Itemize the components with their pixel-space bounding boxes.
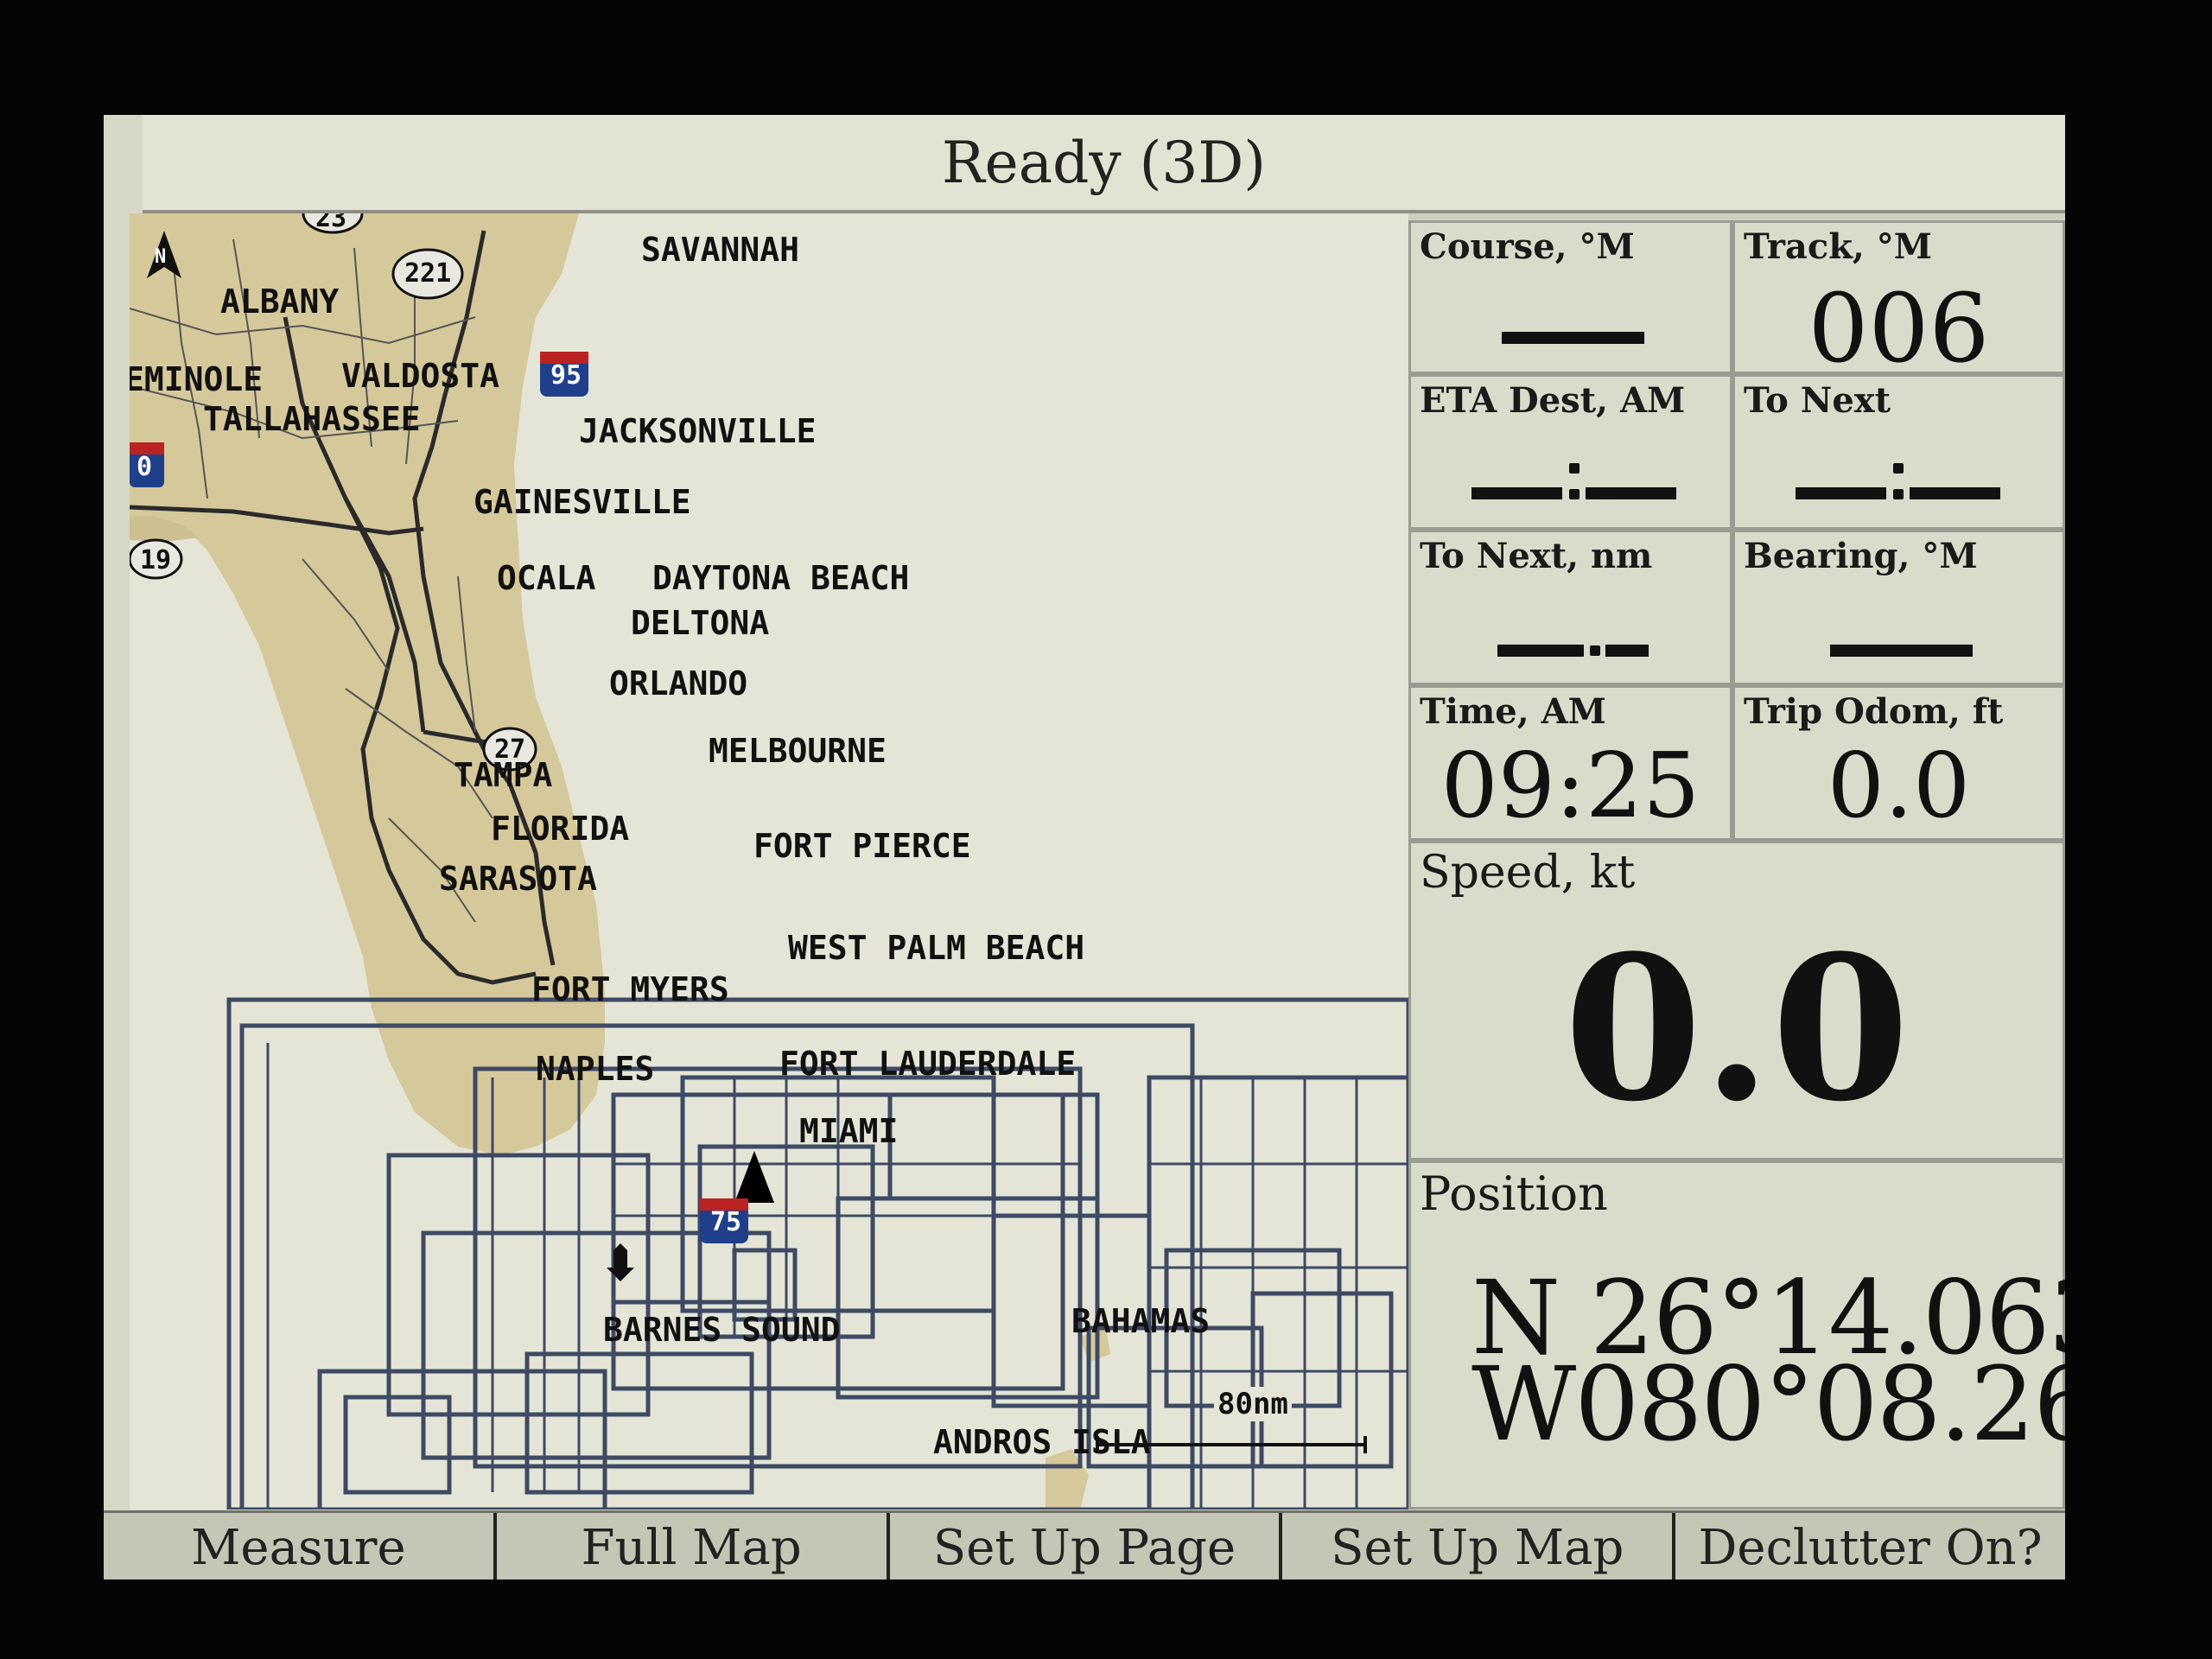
field-time-value: 09:25 bbox=[1440, 733, 1700, 838]
field-to-next-nm-label: To Next, nm bbox=[1420, 536, 1653, 576]
field-position[interactable]: Position N 26°14.063' W080°08.268' bbox=[1408, 1160, 2065, 1510]
eta-dashes-right bbox=[1586, 487, 1676, 499]
softkey-bar: Measure Full Map Set Up Page Set Up Map … bbox=[104, 1510, 2065, 1580]
city-label: GAINESVILLE bbox=[474, 483, 691, 521]
city-label: SAVANNAH bbox=[641, 231, 800, 269]
gps-screen: Ready (3D) SAVANNAH ALBANY EMINOLE VALDO… bbox=[104, 115, 2065, 1580]
full-map-softkey[interactable]: Full Map bbox=[497, 1513, 890, 1580]
north-label: N bbox=[155, 246, 167, 268]
route-23-shield-label: 23 bbox=[315, 213, 347, 233]
city-label: ORLANDO bbox=[609, 664, 748, 702]
field-to-next-nm[interactable]: To Next, nm bbox=[1408, 530, 1732, 685]
field-to-next[interactable]: To Next bbox=[1732, 374, 2065, 530]
city-label: TALLAHASSEE bbox=[203, 400, 421, 438]
city-label: NAPLES bbox=[536, 1050, 655, 1088]
data-fields-panel: Course, °M Track, °M 006 ETA Dest, AM To… bbox=[1408, 213, 2065, 1510]
city-label: FORT LAUDERDALE bbox=[779, 1045, 1077, 1083]
tonext-colon-dot bbox=[1893, 489, 1904, 499]
map-scale-label: 80nm bbox=[1214, 1387, 1292, 1421]
field-eta-dest-label: ETA Dest, AM bbox=[1420, 380, 1686, 421]
field-to-next-label: To Next bbox=[1744, 380, 1891, 421]
bearing-value-dashes bbox=[1830, 645, 1973, 657]
tonext-dashes-right bbox=[1910, 487, 2000, 499]
set-up-page-softkey[interactable]: Set Up Page bbox=[890, 1513, 1283, 1580]
field-track-label: Track, °M bbox=[1744, 226, 1933, 267]
interstate-75-shield-label: 75 bbox=[710, 1207, 742, 1237]
city-label: BAHAMAS bbox=[1071, 1302, 1211, 1340]
status-title: Ready (3D) bbox=[941, 129, 1267, 196]
route-221-shield-label: 221 bbox=[404, 258, 452, 289]
field-speed[interactable]: Speed, kt 0.0 bbox=[1408, 841, 2065, 1160]
status-title-bar: Ready (3D) bbox=[143, 115, 2065, 213]
city-label: DELTONA bbox=[631, 604, 770, 642]
tonextnm-decimal-dot bbox=[1590, 645, 1600, 656]
course-value-dashes bbox=[1502, 332, 1644, 344]
field-bearing-label: Bearing, °M bbox=[1744, 536, 1978, 576]
field-course-label: Course, °M bbox=[1420, 226, 1635, 267]
city-label: FORT MYERS bbox=[531, 970, 729, 1008]
measure-softkey[interactable]: Measure bbox=[104, 1513, 497, 1580]
city-label: JACKSONVILLE bbox=[579, 412, 817, 450]
route-19-shield-label: 19 bbox=[140, 545, 172, 575]
field-trip-odom-label: Trip Odom, ft bbox=[1744, 691, 2004, 732]
tonextnm-dashes-left bbox=[1497, 645, 1584, 657]
city-label: MIAMI bbox=[799, 1112, 899, 1150]
field-track-value: 006 bbox=[1808, 273, 1990, 384]
field-course[interactable]: Course, °M bbox=[1408, 220, 1732, 374]
city-label: OCALA bbox=[497, 559, 596, 597]
declutter-softkey[interactable]: Declutter On? bbox=[1675, 1513, 2065, 1580]
city-label: VALDOSTA bbox=[341, 357, 500, 395]
city-label: SARASOTA bbox=[439, 860, 598, 898]
field-time[interactable]: Time, AM 09:25 bbox=[1408, 685, 1732, 841]
field-bearing[interactable]: Bearing, °M bbox=[1732, 530, 2065, 685]
field-time-label: Time, AM bbox=[1420, 691, 1606, 732]
field-speed-value: 0.0 bbox=[1563, 912, 1910, 1146]
route-27-shield-label: 27 bbox=[494, 734, 526, 765]
field-eta-dest[interactable]: ETA Dest, AM bbox=[1408, 374, 1732, 530]
tonext-colon-dot bbox=[1893, 463, 1904, 474]
field-position-label: Position bbox=[1420, 1166, 1608, 1221]
tonext-dashes-left bbox=[1796, 487, 1886, 499]
city-label: BARNES SOUND bbox=[603, 1311, 841, 1349]
city-label: ALBANY bbox=[220, 283, 340, 321]
map-view[interactable]: SAVANNAH ALBANY EMINOLE VALDOSTA TALLAHA… bbox=[130, 213, 1408, 1510]
field-trip-odom-value: 0.0 bbox=[1827, 733, 1971, 838]
interstate-10-shield-label: 0 bbox=[137, 452, 153, 482]
city-label: WEST PALM BEACH bbox=[788, 929, 1085, 967]
land-georgia-florida bbox=[130, 213, 605, 1155]
city-label: EMINOLE bbox=[130, 360, 264, 398]
set-up-map-softkey[interactable]: Set Up Map bbox=[1282, 1513, 1676, 1580]
city-label: MELBOURNE bbox=[709, 732, 887, 770]
city-label: DAYTONA BEACH bbox=[652, 559, 910, 597]
interstate-95-shield-label: 95 bbox=[550, 360, 582, 391]
eta-dashes-left bbox=[1471, 487, 1562, 499]
field-track[interactable]: Track, °M 006 bbox=[1732, 220, 2065, 384]
field-trip-odom[interactable]: Trip Odom, ft 0.0 bbox=[1732, 685, 2065, 841]
city-label: ANDROS ISLA bbox=[933, 1423, 1151, 1461]
vessel-position-marker bbox=[734, 1151, 774, 1203]
tonextnm-dashes-right bbox=[1605, 645, 1649, 657]
field-speed-label: Speed, kt bbox=[1420, 847, 1636, 899]
eta-colon-dot bbox=[1569, 463, 1580, 474]
city-label: FORT PIERCE bbox=[753, 827, 971, 865]
eta-colon-dot bbox=[1569, 489, 1580, 499]
city-label: FLORIDA bbox=[491, 810, 630, 848]
position-longitude: W080°08.268' bbox=[1471, 1344, 2065, 1464]
